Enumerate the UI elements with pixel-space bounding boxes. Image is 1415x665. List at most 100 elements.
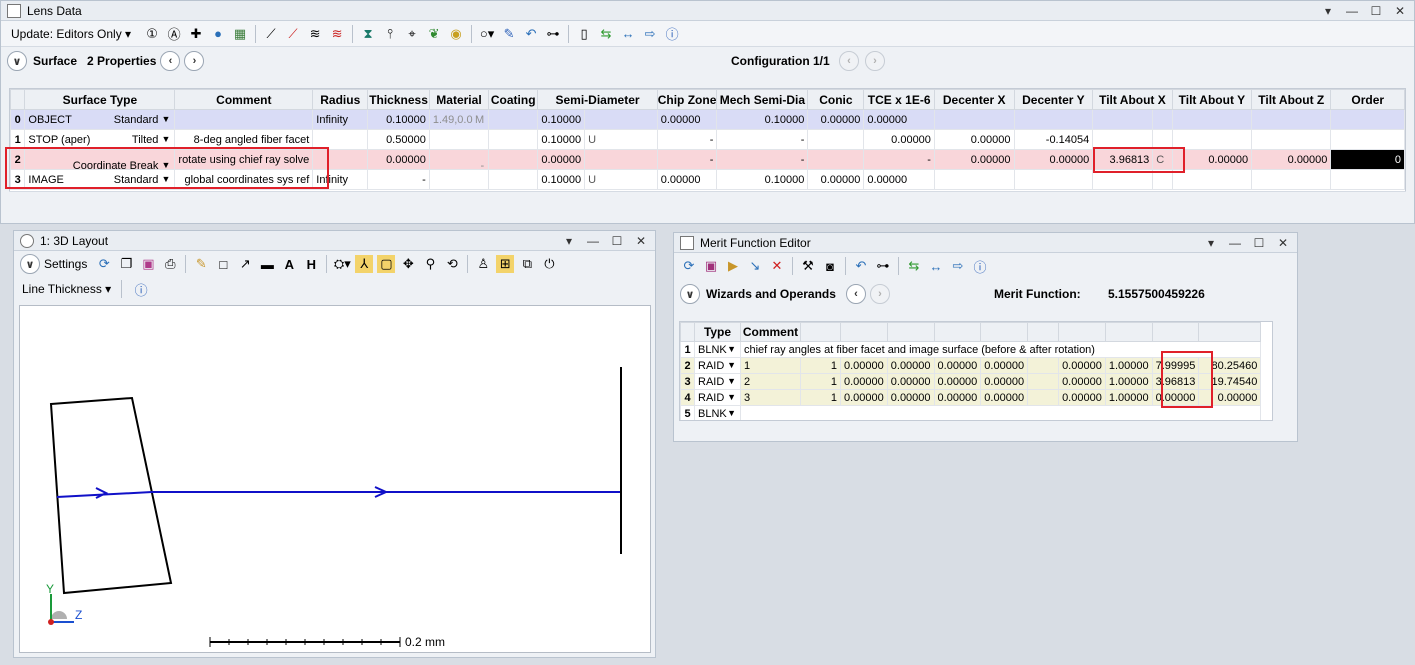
copy-icon[interactable]: ❐: [117, 255, 135, 273]
operand-value-cell[interactable]: 0.00000: [886, 389, 935, 406]
merit-header-col[interactable]: [980, 322, 1029, 342]
tilt-z-cell[interactable]: 0.00000: [1251, 149, 1332, 170]
tilt-z-cell[interactable]: [1251, 169, 1332, 190]
layers-icon[interactable]: ≋: [306, 25, 324, 43]
reset-view-icon[interactable]: ⟲: [443, 255, 461, 273]
header-tilt-y[interactable]: Tilt About Y: [1171, 89, 1253, 110]
tilt-x-cell[interactable]: [1092, 129, 1153, 150]
radius-cell[interactable]: Infinity: [312, 169, 369, 190]
header-semi-diameter[interactable]: Semi-Diameter: [537, 89, 658, 110]
tilt-x-cell[interactable]: [1092, 109, 1153, 130]
order-cell[interactable]: [1330, 169, 1405, 190]
layers-remove-icon[interactable]: ≋: [328, 25, 346, 43]
user-icon[interactable]: ♙: [474, 255, 492, 273]
operand-value-cell[interactable]: 0.00000: [1058, 357, 1106, 374]
header-tce[interactable]: TCE x 1E-6: [863, 89, 935, 110]
operand-value-cell[interactable]: 0.00000: [980, 357, 1029, 374]
operand-value-cell[interactable]: 0.00000: [1198, 389, 1262, 406]
header-thickness[interactable]: Thickness: [367, 89, 430, 110]
layout-close-icon[interactable]: ✕: [635, 234, 647, 248]
surface-type-cell[interactable]: Coordinate Break ▼: [24, 149, 176, 170]
order-cell[interactable]: [1330, 129, 1405, 150]
merit-close-icon[interactable]: ✕: [1277, 236, 1289, 250]
decenter-x-cell[interactable]: [933, 169, 1015, 190]
right-arrow-icon[interactable]: ⇨: [641, 25, 659, 43]
comment-cell[interactable]: global coordinates sys ref: [174, 169, 314, 190]
merit-swap-icon[interactable]: ⇆: [905, 257, 923, 275]
semi-diameter-cell[interactable]: 0.10000: [537, 169, 585, 190]
conic-cell[interactable]: 0.00000: [807, 169, 865, 190]
merit-undo-icon[interactable]: ↶: [852, 257, 870, 275]
semi-diameter-solve-flag[interactable]: U: [584, 129, 658, 150]
material-cell[interactable]: -: [428, 149, 490, 170]
surface-type-dropdown-icon[interactable]: ▼: [161, 174, 170, 184]
prev-surface-button[interactable]: ‹: [160, 51, 181, 71]
operand-value-cell[interactable]: 0.00000: [1058, 373, 1106, 390]
tilt-y-cell[interactable]: [1171, 109, 1253, 130]
operand-type-dropdown-icon[interactable]: ▼: [727, 408, 736, 418]
print-icon[interactable]: ⎙: [161, 255, 179, 273]
comment-cell[interactable]: rotate using chief ray solve: [174, 149, 314, 170]
layout-minimize-icon[interactable]: —: [587, 234, 599, 248]
text-icon[interactable]: A: [280, 255, 298, 273]
undo-arrow-icon[interactable]: ↶: [522, 25, 540, 43]
refresh-icon[interactable]: ⟳: [95, 255, 113, 273]
tilt-y-cell[interactable]: 0.00000: [1171, 149, 1253, 170]
header-radius[interactable]: Radius: [312, 89, 369, 110]
merit-header-col[interactable]: [933, 322, 982, 342]
coating-cell[interactable]: [488, 169, 539, 190]
operand-value-cell[interactable]: [1027, 373, 1060, 390]
operand-comment-cell[interactable]: 2: [740, 373, 801, 390]
operand-comment-cell[interactable]: chief ray angles at fiber facet and imag…: [739, 341, 1262, 358]
operand-value-cell[interactable]: 80.25460: [1198, 357, 1262, 374]
merit-minimize-icon[interactable]: —: [1229, 236, 1241, 250]
next-operand-button[interactable]: ›: [869, 284, 890, 304]
decenter-x-cell[interactable]: 0.00000: [933, 129, 1015, 150]
map-icon[interactable]: ▦: [231, 25, 249, 43]
next-config-button[interactable]: ›: [865, 51, 885, 71]
header-comment[interactable]: Comment: [174, 89, 314, 110]
chip-zone-cell[interactable]: -: [656, 149, 718, 170]
operand-value-cell[interactable]: 1.00000: [1104, 357, 1153, 374]
prev-operand-button[interactable]: ‹: [845, 284, 866, 304]
operand-value-cell[interactable]: 0.00000: [840, 357, 888, 374]
semi-diameter-cell[interactable]: 0.10000: [537, 109, 585, 130]
ray-off-icon[interactable]: ⟋: [284, 25, 302, 43]
tce-cell[interactable]: 0.00000: [863, 169, 935, 190]
ray-aim-icon[interactable]: ⟋: [262, 25, 280, 43]
operand-value-cell[interactable]: 0.00000: [933, 373, 982, 390]
coating-cell[interactable]: [488, 149, 539, 170]
document-icon[interactable]: ▯: [575, 25, 593, 43]
header-chip-zone[interactable]: Chip Zone: [656, 89, 718, 110]
conic-cell[interactable]: [807, 149, 865, 170]
decenter-x-cell[interactable]: [933, 109, 1015, 130]
operand-value-cell[interactable]: 0.00000: [933, 357, 982, 374]
header-decenter-x[interactable]: Decenter X: [933, 89, 1015, 110]
mech-semi-dia-cell[interactable]: 0.10000: [716, 109, 809, 130]
conic-cell[interactable]: 0.00000: [807, 109, 865, 130]
wizards-chevron-icon[interactable]: ∨: [680, 284, 700, 304]
merit-save-icon[interactable]: ▣: [702, 257, 720, 275]
grid-icon[interactable]: ⊞: [496, 255, 515, 273]
thickness-cell[interactable]: 0.50000: [367, 129, 430, 150]
header-coating[interactable]: Coating: [488, 89, 539, 110]
header-mech-semi-dia[interactable]: Mech Semi-Dia: [716, 89, 809, 110]
thickness-cell[interactable]: -: [367, 169, 430, 190]
tilt-x-solve-flag[interactable]: [1152, 169, 1173, 190]
operand-value-cell[interactable]: 1.00000: [1104, 373, 1153, 390]
all-update-icon[interactable]: Ⓐ: [165, 25, 183, 43]
tilt-z-cell[interactable]: [1251, 129, 1332, 150]
tilt-z-cell[interactable]: [1251, 109, 1332, 130]
window-icon[interactable]: ⧉: [518, 255, 536, 273]
merit-menu-icon[interactable]: ▾: [1205, 236, 1217, 250]
operand-comment-cell[interactable]: [739, 405, 1262, 420]
operand-value-cell[interactable]: 7.99995: [1151, 357, 1200, 374]
decenter-y-cell[interactable]: [1013, 109, 1094, 130]
merit-header-col[interactable]: [800, 322, 841, 342]
thickness-cell[interactable]: 0.10000: [367, 109, 430, 130]
tce-cell[interactable]: 0.00000: [863, 109, 935, 130]
conic-cell[interactable]: [807, 129, 865, 150]
tilt-y-cell[interactable]: [1171, 129, 1253, 150]
merit-header-comment[interactable]: Comment: [740, 322, 801, 342]
layout-maximize-icon[interactable]: ☐: [611, 234, 623, 248]
